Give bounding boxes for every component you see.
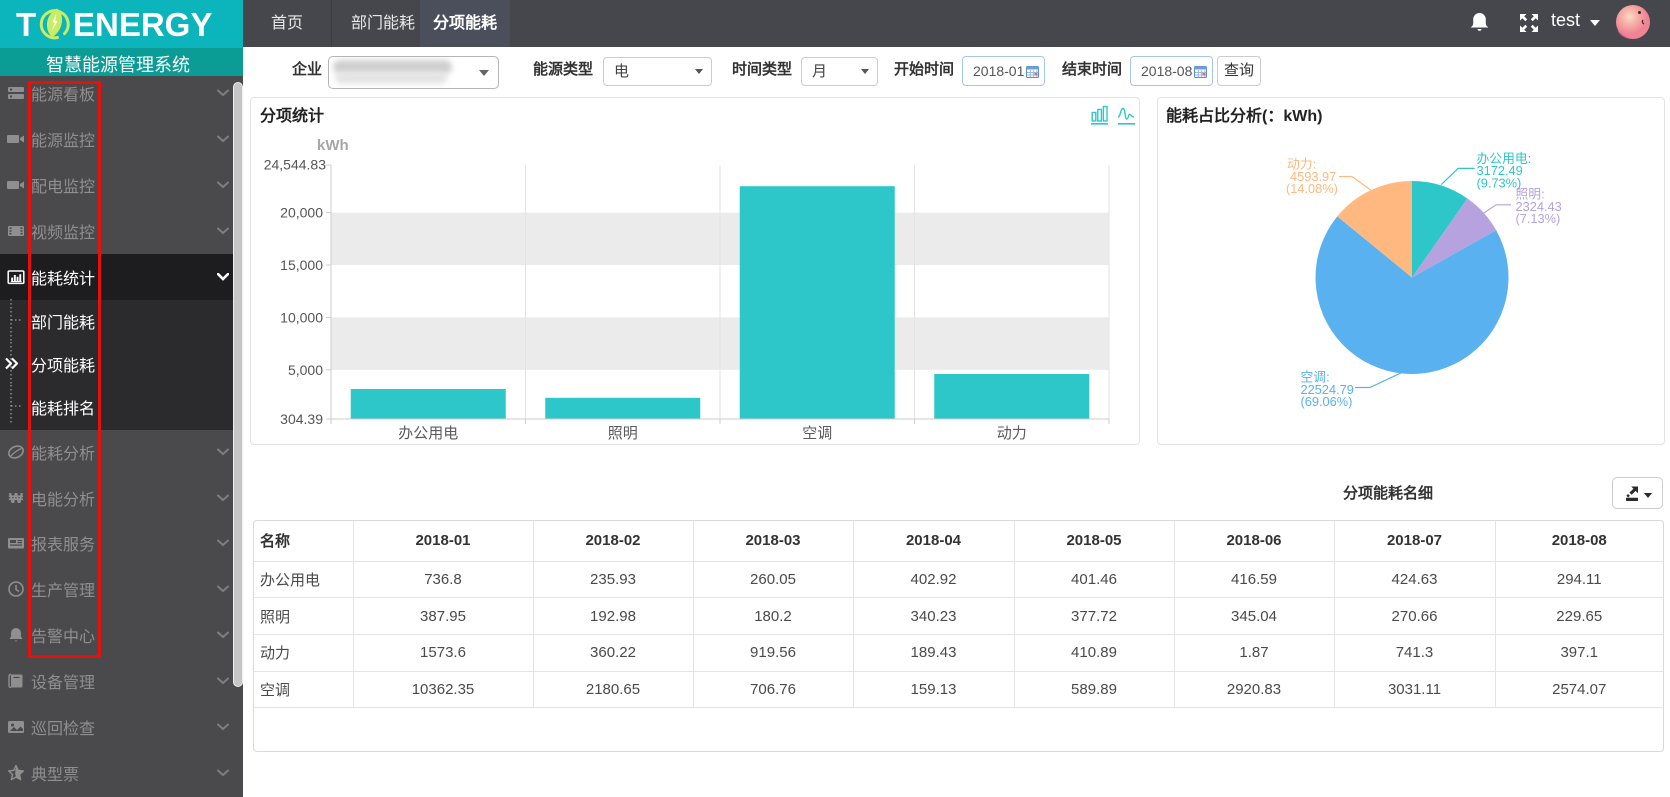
svg-text:T: T — [16, 6, 36, 43]
svg-text:20,000: 20,000 — [280, 205, 323, 221]
svg-text:照明: 照明 — [608, 425, 638, 442]
svg-text:304.39: 304.39 — [280, 411, 323, 427]
svg-text:₩: ₩ — [9, 490, 24, 507]
svg-text:(7.13%): (7.13%) — [1516, 211, 1561, 226]
svg-text:ENERGY: ENERGY — [73, 6, 212, 43]
svg-text:kWh: kWh — [317, 137, 349, 154]
svg-text:15,000: 15,000 — [280, 257, 323, 273]
svg-text:(14.08%): (14.08%) — [1286, 181, 1338, 196]
svg-text:10,000: 10,000 — [280, 309, 323, 325]
svg-text:24,544.83: 24,544.83 — [264, 157, 326, 173]
svg-text:办公用电: 办公用电 — [398, 425, 458, 442]
svg-text:(69.06%): (69.06%) — [1301, 394, 1353, 409]
svg-text:空调: 空调 — [802, 425, 832, 442]
svg-text:5,000: 5,000 — [288, 362, 323, 378]
svg-text:动力: 动力 — [997, 425, 1027, 442]
